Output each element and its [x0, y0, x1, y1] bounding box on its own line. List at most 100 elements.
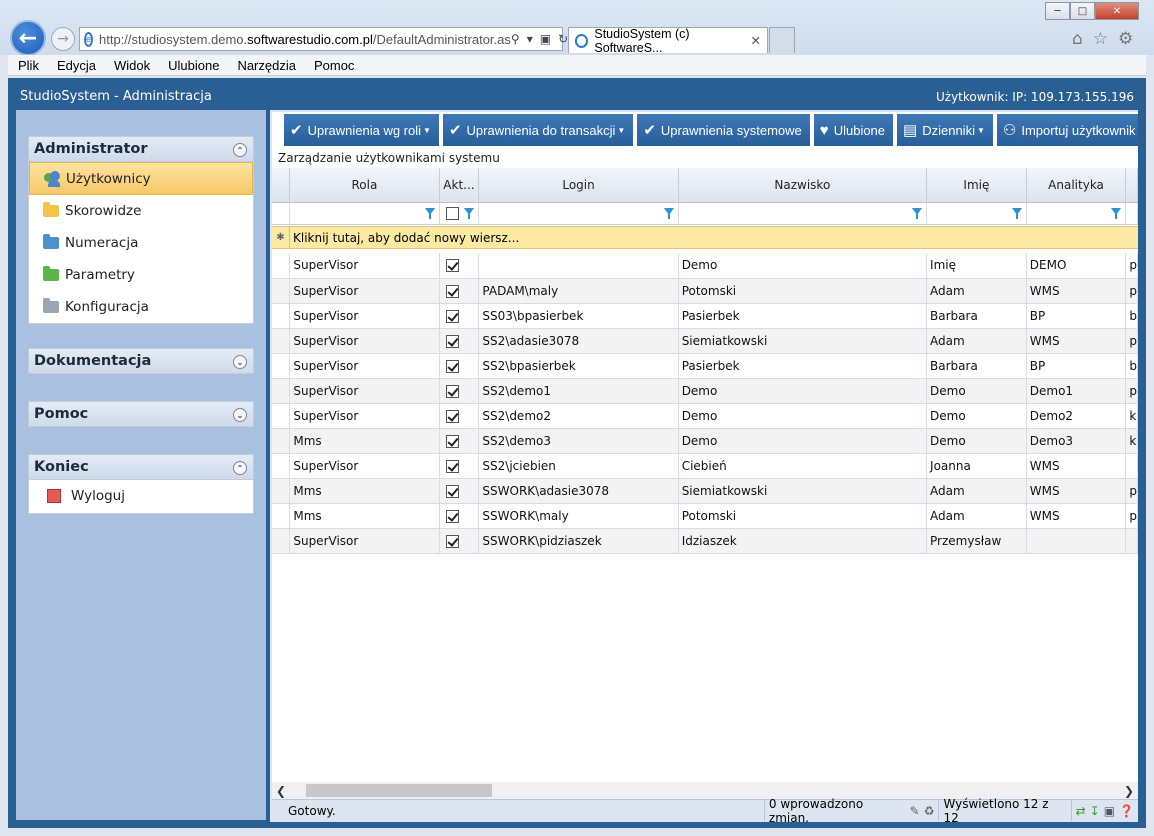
cell-rola[interactable]: SuperVisor	[289, 303, 440, 329]
help-icon[interactable]: ❓	[1119, 804, 1134, 818]
cell-extra[interactable]: p	[1125, 253, 1138, 279]
table-row[interactable]: Mms SSWORK\adasie3078 Siemiatkowski Adam WMS…	[272, 478, 1138, 504]
column-header-akt[interactable]: Akt...	[439, 168, 480, 203]
cell-akt[interactable]	[439, 453, 480, 479]
filter-icon[interactable]	[1111, 207, 1122, 219]
cell-login[interactable]: PADAM\maly	[478, 278, 679, 304]
close-tab-icon[interactable]: ✕	[751, 33, 761, 48]
cell-nazwisko[interactable]: Idziaszek	[678, 528, 928, 554]
cell-extra[interactable]: k	[1125, 428, 1138, 454]
cell-analityka[interactable]: BP	[1026, 303, 1127, 329]
filter-icon[interactable]	[464, 207, 475, 219]
search-icon[interactable]: ⚲	[511, 32, 520, 46]
cell-imie[interactable]: Przemysław	[926, 528, 1027, 554]
table-row[interactable]: SuperVisor SS2\bpasierbek Pasierbek Barbara…	[272, 353, 1138, 379]
cell-extra[interactable]: p	[1125, 278, 1138, 304]
row-indicator[interactable]	[272, 428, 291, 454]
export-icon[interactable]: ↧	[1090, 804, 1100, 818]
compat-icon[interactable]: ▣	[540, 32, 551, 46]
scroll-thumb[interactable]	[306, 784, 492, 797]
cell-analityka[interactable]: WMS	[1026, 453, 1127, 479]
cell-analityka[interactable]: WMS	[1026, 278, 1127, 304]
add-new-row[interactable]: ✱ Kliknij tutaj, aby dodać nowy wiersz..…	[272, 226, 1138, 249]
menu-narzedzia[interactable]: Narzędzia	[227, 58, 304, 73]
table-row[interactable]: SuperVisor SS03\bpasierbek Pasierbek Barbar…	[272, 303, 1138, 329]
filter-login[interactable]	[478, 202, 679, 225]
cell-akt[interactable]	[439, 303, 480, 329]
cell-login[interactable]: SS03\bpasierbek	[478, 303, 679, 329]
minimize-button[interactable]: ─	[1045, 2, 1070, 20]
cell-login[interactable]: SS2\demo2	[478, 403, 679, 429]
cell-login[interactable]: SSWORK\adasie3078	[478, 478, 679, 504]
filter-icon[interactable]	[424, 207, 435, 219]
cell-analityka[interactable]	[1026, 528, 1127, 554]
active-checkbox[interactable]	[445, 384, 459, 398]
panel-dokumentacja-header[interactable]: Dokumentacja ⌄	[28, 348, 254, 374]
cell-extra[interactable]: b	[1125, 303, 1138, 329]
table-row[interactable]: SuperVisor Demo Imię DEMO p	[272, 253, 1138, 279]
cell-akt[interactable]	[439, 253, 480, 279]
sidebar-item-numeracja[interactable]: Numeracja	[29, 227, 253, 259]
cell-imie[interactable]: Adam	[926, 328, 1027, 354]
sidebar-item-konfiguracja[interactable]: Konfiguracja	[29, 291, 253, 323]
row-indicator[interactable]	[272, 303, 291, 329]
cell-imie[interactable]: Joanna	[926, 453, 1027, 479]
table-row[interactable]: SuperVisor SS2\demo1 Demo Demo Demo1 p	[272, 378, 1138, 404]
home-icon[interactable]: ⌂	[1072, 29, 1083, 49]
uprawnienia-systemowe-button[interactable]: ✔ Uprawnienia systemowe	[637, 114, 810, 146]
cell-rola[interactable]: SuperVisor	[289, 353, 440, 379]
cell-akt[interactable]	[439, 328, 480, 354]
cell-analityka[interactable]: Demo3	[1026, 428, 1127, 454]
cell-nazwisko[interactable]: Pasierbek	[678, 303, 928, 329]
active-checkbox[interactable]	[445, 509, 459, 523]
cell-login[interactable]: SS2\demo3	[478, 428, 679, 454]
cell-imie[interactable]: Adam	[926, 278, 1027, 304]
active-checkbox[interactable]	[445, 409, 459, 423]
uprawnienia-do-transakcji-button[interactable]: ✔ Uprawnienia do transakcji ▼	[442, 114, 634, 146]
cell-extra[interactable]: p	[1125, 478, 1138, 504]
cell-nazwisko[interactable]: Demo	[678, 253, 928, 279]
active-checkbox[interactable]	[445, 309, 459, 323]
row-indicator[interactable]	[272, 503, 291, 529]
cell-rola[interactable]: SuperVisor	[289, 453, 440, 479]
menu-ulubione[interactable]: Ulubione	[158, 58, 227, 73]
menu-plik[interactable]: Plik	[8, 58, 47, 73]
filter-icon[interactable]	[912, 207, 923, 219]
ulubione-button[interactable]: ♥ Ulubione	[813, 114, 894, 146]
cell-login[interactable]: SSWORK\maly	[478, 503, 679, 529]
importuj-uzytkownikow-button[interactable]: ⚇ Importuj użytkownik	[996, 114, 1138, 146]
cell-analityka[interactable]: WMS	[1026, 478, 1127, 504]
column-header-nazwisko[interactable]: Nazwisko	[678, 168, 928, 203]
filter-analityka[interactable]	[1026, 202, 1127, 225]
active-checkbox[interactable]	[445, 484, 459, 498]
active-checkbox[interactable]	[445, 359, 459, 373]
cell-nazwisko[interactable]: Demo	[678, 428, 928, 454]
cell-imie[interactable]: Demo	[926, 403, 1027, 429]
active-checkbox[interactable]	[445, 284, 459, 298]
forward-button[interactable]: →	[51, 27, 75, 51]
cell-nazwisko[interactable]: Siemiatkowski	[678, 478, 928, 504]
panel-administrator-header[interactable]: Administrator ⌃	[28, 136, 254, 162]
cell-extra[interactable]	[1125, 528, 1138, 554]
filter-icon[interactable]	[663, 207, 674, 219]
cell-nazwisko[interactable]: Potomski	[678, 278, 928, 304]
table-row[interactable]: SuperVisor SSWORK\pidziaszek Idziaszek Prze…	[272, 528, 1138, 554]
column-header-analityka[interactable]: Analityka	[1026, 168, 1127, 203]
cell-nazwisko[interactable]: Potomski	[678, 503, 928, 529]
panel-pomoc-header[interactable]: Pomoc ⌄	[28, 401, 254, 427]
expand-icon[interactable]: ⌄	[233, 355, 247, 369]
cancel-changes-icon[interactable]: ♻	[924, 804, 935, 818]
cell-rola[interactable]: SuperVisor	[289, 328, 440, 354]
address-bar[interactable]: e http://studiosystem.demo. softwarestudi…	[79, 27, 568, 51]
uprawnienia-wg-roli-button[interactable]: ✔ Uprawnienia wg roli ▼	[284, 114, 439, 146]
scroll-right-icon[interactable]: ❯	[1120, 784, 1138, 798]
row-indicator[interactable]	[272, 253, 291, 279]
cell-login[interactable]	[478, 253, 679, 279]
active-checkbox[interactable]	[445, 534, 459, 548]
cell-login[interactable]: SS2\demo1	[478, 378, 679, 404]
save-changes-icon[interactable]: ✎	[910, 804, 920, 818]
new-tab-button[interactable]	[769, 27, 795, 53]
cell-rola[interactable]: SuperVisor	[289, 278, 440, 304]
dzienniki-button[interactable]: ▤ Dzienniki ▼	[897, 114, 993, 146]
cell-akt[interactable]	[439, 503, 480, 529]
